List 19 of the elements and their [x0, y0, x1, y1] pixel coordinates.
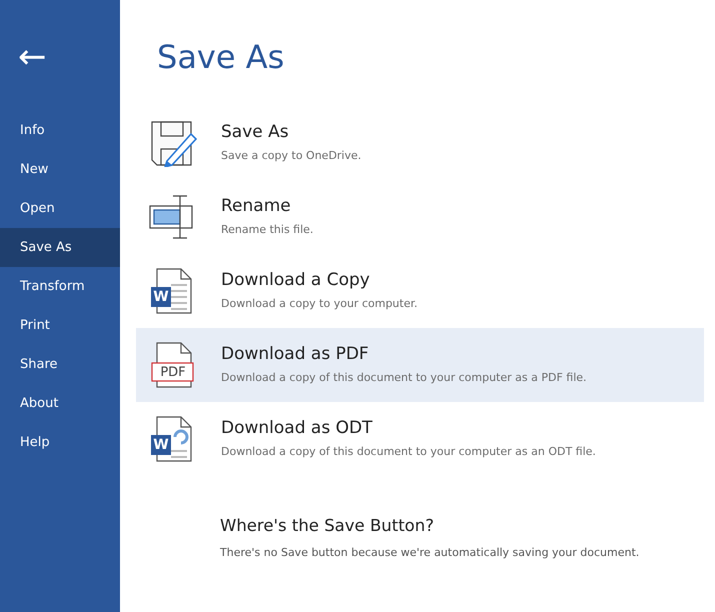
floppy-pencil-icon [149, 119, 197, 167]
help-heading: Where's the Save Button? [220, 515, 435, 537]
sidebar-item[interactable]: New [0, 150, 120, 189]
page-title: Save As [157, 38, 286, 78]
menu-option[interactable]: Save As Save a copy to OneDrive. [136, 106, 704, 180]
back-button[interactable]: ← [18, 40, 46, 74]
sidebar-item[interactable]: Info [0, 111, 120, 150]
help-text: There's no Save button because we're automatically saving your document. [220, 544, 640, 561]
sidebar-item[interactable]: Share [0, 345, 120, 384]
menu-option[interactable]: W Download a Copy Download a copy to your computer. [136, 254, 704, 328]
menu-option[interactable]: PDF Download as PDF Download a copy of this document to your computer as a PDF file. [136, 328, 704, 402]
sidebar-item[interactable]: Transform [0, 267, 120, 306]
sidebar-item[interactable]: Open [0, 189, 120, 228]
sidebar-item[interactable]: Save As [0, 228, 120, 267]
sidebar-item[interactable]: About [0, 384, 120, 423]
menu-option[interactable]: Rename Rename this file. [136, 180, 704, 254]
sidebar-item[interactable]: Help [0, 423, 120, 462]
sidebar-item[interactable]: Print [0, 306, 120, 345]
menu-option[interactable]: W Download as ODT Download a copy of this document to your computer as an ODT file. [136, 402, 704, 476]
